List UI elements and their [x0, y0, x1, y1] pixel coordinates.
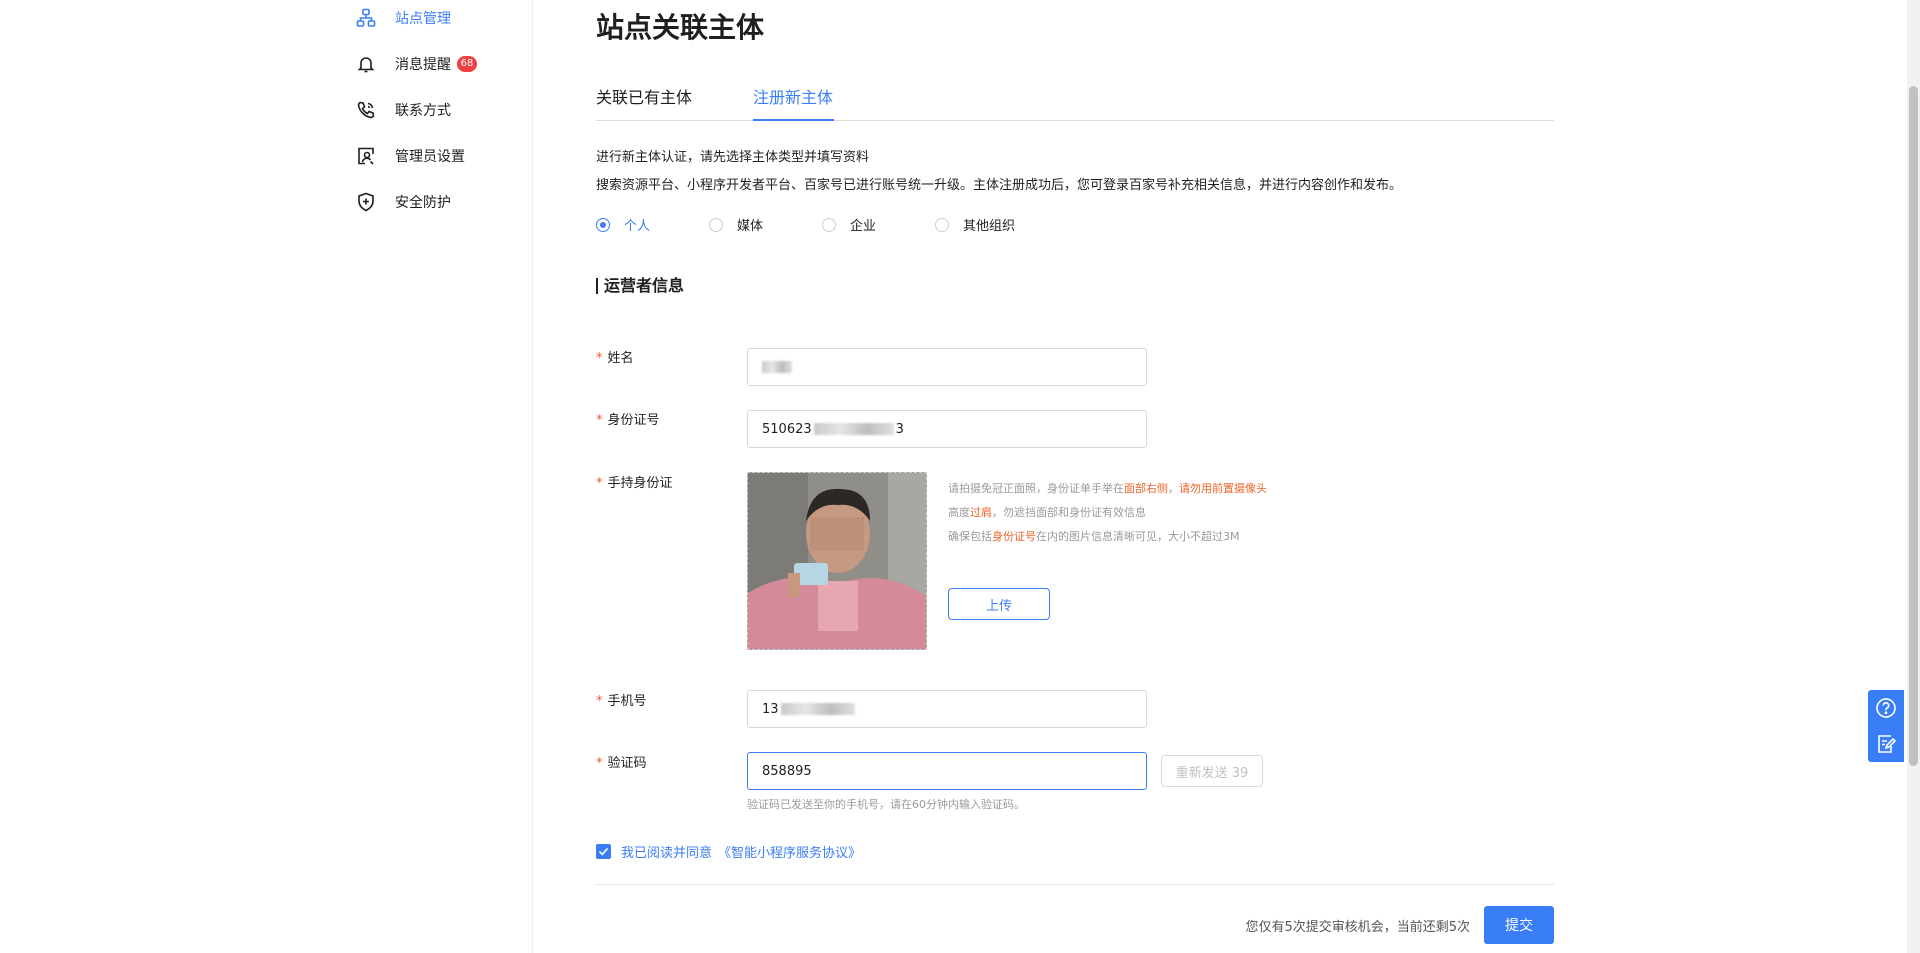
id-number-label: * 身份证号: [596, 409, 660, 428]
tip-text: ，: [1168, 482, 1179, 495]
sidebar: 站点管理 消息提醒 68 联系方式 管理员设置 安全防护: [0, 0, 533, 953]
name-field[interactable]: [747, 348, 1147, 386]
required-mark: *: [596, 694, 603, 709]
agreement-row: 我已阅读并同意 《智能小程序服务协议》: [596, 842, 861, 861]
shield-icon: [355, 191, 377, 213]
phone-field[interactable]: 13: [747, 690, 1147, 728]
radio-label: 企业: [850, 219, 877, 234]
photo-tip-line-2: 高度过肩，勿遮挡面部和身份证有效信息: [948, 504, 1146, 520]
tip-text: 确保包括: [948, 530, 992, 543]
submit-button[interactable]: 提交: [1484, 906, 1554, 944]
radio-individual[interactable]: 个人: [596, 215, 650, 234]
required-mark: *: [596, 413, 603, 428]
radio-circle: [935, 217, 949, 232]
resend-code-button[interactable]: 重新发送 39: [1161, 755, 1263, 787]
radio-other-org[interactable]: 其他组织: [935, 215, 1015, 234]
radio-enterprise[interactable]: 企业: [822, 215, 876, 234]
radio-circle: [596, 217, 610, 232]
name-label: * 姓名: [596, 347, 634, 366]
tip-highlight: 身份证号: [992, 530, 1036, 543]
agreement-checkbox[interactable]: [596, 844, 611, 859]
tip-highlight: 过肩: [970, 506, 992, 519]
handheld-id-label: * 手持身份证: [596, 472, 673, 491]
feedback-button[interactable]: [1868, 726, 1904, 762]
verification-code-input[interactable]: 858895: [747, 752, 1147, 790]
sidebar-item-notifications[interactable]: 消息提醒 68: [355, 50, 477, 78]
id-number-field[interactable]: 510623 3: [747, 410, 1147, 448]
agreement-text: 我已阅读并同意: [621, 846, 713, 861]
phone-label-text: 手机号: [607, 694, 647, 709]
tip-text: 高度: [948, 506, 970, 519]
radio-media[interactable]: 媒体: [709, 215, 763, 234]
sidebar-item-admin-settings[interactable]: 管理员设置: [355, 142, 465, 170]
radio-circle: [709, 217, 723, 232]
tip-highlight: 请勿用前置摄像头: [1179, 482, 1267, 495]
radio-label: 媒体: [737, 219, 764, 234]
section-title-operator: 运营者信息: [596, 278, 684, 294]
bell-icon: [355, 53, 377, 75]
help-icon: [1876, 698, 1896, 718]
notification-count-badge: 68: [457, 56, 477, 72]
radio-circle: [822, 217, 836, 232]
sidebar-item-contact[interactable]: 联系方式: [355, 96, 451, 124]
admin-icon: [355, 145, 377, 167]
id-number-prefix: 510623: [762, 421, 812, 437]
required-mark: *: [596, 476, 603, 491]
footer-divider: [596, 884, 1554, 885]
tip-text: ，勿遮挡面部和身份证有效信息: [992, 506, 1146, 519]
vertical-scrollbar[interactable]: [1907, 0, 1920, 953]
scrollbar-thumb[interactable]: [1909, 86, 1918, 766]
sidebar-item-label: 管理员设置: [395, 149, 465, 165]
page-title: 站点关联主体: [596, 11, 765, 44]
phone-label: * 手机号: [596, 690, 647, 709]
submit-attempts-note: 您仅有5次提交审核机会，当前还剩5次: [1245, 920, 1470, 935]
tip-text: 请拍摄免冠正面照，身份证单手举在: [948, 482, 1124, 495]
redacted-value: [780, 703, 855, 715]
name-label-text: 姓名: [607, 351, 634, 366]
photo-tip-line-1: 请拍摄免冠正面照，身份证单手举在面部右侧，请勿用前置摄像头: [948, 480, 1267, 496]
redacted-value: [762, 361, 792, 373]
required-mark: *: [596, 351, 603, 366]
sidebar-item-label: 联系方式: [395, 103, 451, 119]
verification-code-label: * 验证码: [596, 752, 647, 771]
floating-toolbar: [1868, 690, 1904, 762]
active-tab-indicator: [753, 119, 834, 121]
radio-label: 其他组织: [963, 219, 1016, 234]
intro-note: 搜索资源平台、小程序开发者平台、百家号已进行账号统一升级。主体注册成功后，您可登…: [596, 178, 1403, 193]
phone-prefix: 13: [762, 701, 779, 717]
tip-highlight: 面部右侧: [1124, 482, 1168, 495]
redacted-value: [813, 423, 894, 435]
tip-text: 在内的图片信息清晰可见，大小不超过3M: [1036, 530, 1240, 543]
radio-label: 个人: [624, 219, 651, 234]
id-number-suffix: 3: [895, 421, 904, 437]
verification-code-value: 858895: [762, 763, 812, 779]
sidebar-item-security[interactable]: 安全防护: [355, 188, 451, 216]
feedback-icon: [1878, 735, 1897, 753]
sidebar-item-label: 站点管理: [395, 11, 451, 27]
sidebar-item-label: 消息提醒: [395, 57, 451, 73]
verification-code-label-text: 验证码: [607, 756, 647, 771]
sidebar-item-site-management[interactable]: 站点管理: [355, 4, 451, 32]
handheld-id-label-text: 手持身份证: [607, 476, 673, 491]
id-number-label-text: 身份证号: [607, 413, 660, 428]
tab-link-existing[interactable]: 关联已有主体: [596, 84, 692, 108]
tab-register-new[interactable]: 注册新主体: [753, 84, 833, 108]
site-org-icon: [355, 7, 377, 29]
upload-button[interactable]: 上传: [948, 588, 1050, 620]
check-icon: [598, 847, 609, 856]
handheld-id-photo: [747, 472, 927, 650]
intro-text: 进行新主体认证，请先选择主体类型并填写资料: [596, 150, 870, 165]
required-mark: *: [596, 756, 603, 771]
help-button[interactable]: [1868, 690, 1904, 726]
service-agreement-link[interactable]: 《智能小程序服务协议》: [718, 842, 861, 861]
phone-icon: [355, 99, 377, 121]
sidebar-item-label: 安全防护: [395, 195, 451, 211]
code-sent-tip: 验证码已发送至你的手机号，请在60分钟内输入验证码。: [747, 798, 1025, 811]
photo-tip-line-3: 确保包括身份证号在内的图片信息清晰可见，大小不超过3M: [948, 528, 1240, 544]
tab-bar: 关联已有主体 注册新主体: [596, 80, 1554, 121]
